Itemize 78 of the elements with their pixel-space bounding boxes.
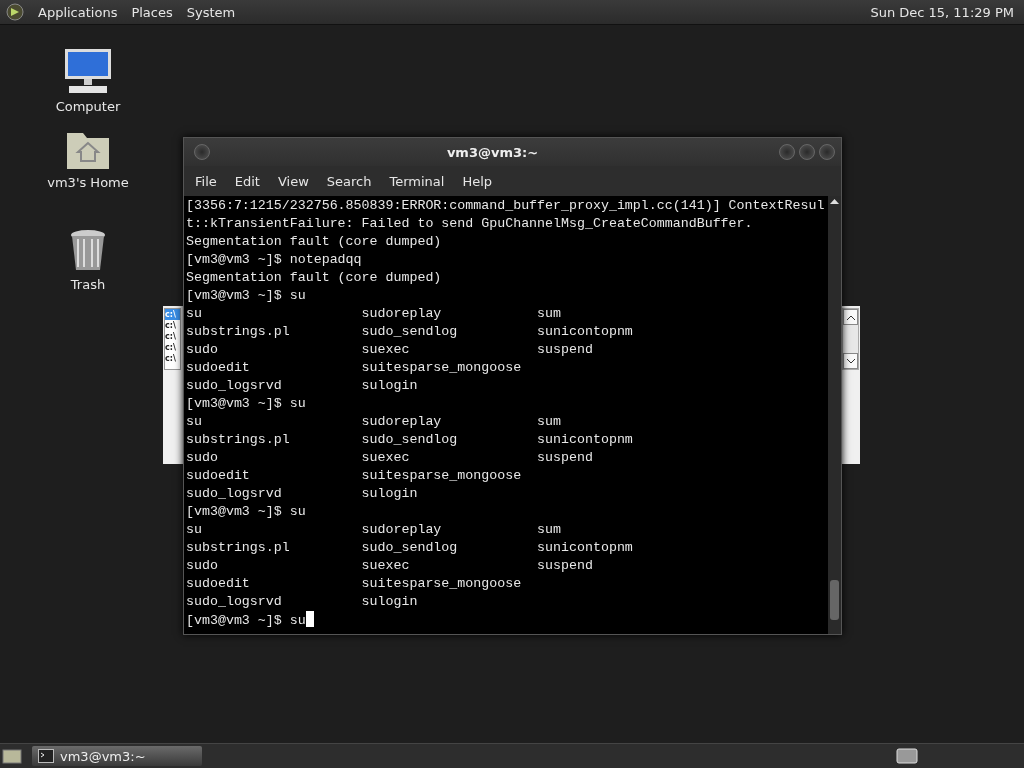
- desktop-icon-label[interactable]: vm3's Home: [47, 175, 129, 190]
- menu-item[interactable]: Help: [453, 173, 502, 189]
- terminal-line: Segmentation fault (core dumped): [186, 234, 442, 249]
- terminal-line: [vm3@vm3 ~]$ su: [186, 288, 306, 303]
- panel-menu[interactable]: Applications: [38, 4, 118, 20]
- taskbar-button[interactable]: vm3@vm3:~: [32, 746, 202, 766]
- completion-entry: suitesparse_mongoose: [361, 359, 523, 377]
- list-item[interactable]: c:\: [165, 353, 180, 364]
- terminal-line: [vm3@vm3 ~]$ su: [186, 504, 306, 519]
- list-item[interactable]: c:\: [165, 342, 180, 353]
- distro-logo-icon[interactable]: [6, 3, 24, 21]
- completion-entry: sudo_logsrvd: [186, 593, 283, 611]
- scroll-thumb[interactable]: [830, 580, 839, 620]
- completion-entry: sulogin: [361, 593, 419, 611]
- completion-entry: suspend: [537, 557, 594, 575]
- completion-entry: su: [186, 521, 203, 539]
- completion-entry: sudoedit: [186, 359, 251, 377]
- completion-entry: sum: [537, 521, 563, 539]
- menu-item[interactable]: File: [186, 173, 226, 189]
- terminal-line: [vm3@vm3 ~]$ su: [186, 613, 306, 628]
- completion-entry: suexec: [361, 449, 411, 467]
- menu-item[interactable]: View: [268, 173, 318, 189]
- completion-entry: suitesparse_mongoose: [361, 575, 523, 593]
- list-item[interactable]: c:\: [165, 320, 180, 331]
- desktop-icon-label[interactable]: Trash: [70, 277, 106, 292]
- clock[interactable]: Sun Dec 15, 11:29 PM: [870, 4, 1018, 20]
- list-item[interactable]: c:\: [165, 331, 180, 342]
- completion-entry: sulogin: [361, 377, 419, 395]
- completion-entry: sudoreplay: [361, 413, 443, 431]
- completion-entry: substrings.pl: [186, 539, 291, 557]
- completion-entry: sudoreplay: [361, 305, 443, 323]
- desktop-icon-label[interactable]: Computer: [55, 99, 121, 114]
- completion-entry: sudoreplay: [361, 521, 443, 539]
- menu-item[interactable]: Edit: [225, 173, 269, 189]
- completion-entry: suspend: [537, 341, 594, 359]
- scrollbar[interactable]: [842, 308, 859, 370]
- terminal-line: [vm3@vm3 ~]$ notepadqq: [186, 252, 362, 267]
- terminal-line: t::kTransientFailure: Failed to send GpuChannelMsg_CreateCommandBuffer.: [186, 216, 753, 231]
- panel-menu[interactable]: Places: [131, 4, 173, 20]
- completion-entry: sudoedit: [186, 575, 251, 593]
- menu-item[interactable]: Search: [317, 173, 381, 189]
- up-arrow-icon[interactable]: [830, 198, 839, 204]
- completion-entry: sulogin: [361, 485, 419, 503]
- completion-entry: sudo: [186, 341, 219, 359]
- scrollbar[interactable]: [828, 196, 841, 634]
- completion-entry: su: [186, 305, 203, 323]
- completion-entry: sunicontopnm: [537, 431, 634, 449]
- completion-entry: sunicontopnm: [537, 323, 634, 341]
- panel-menu[interactable]: System: [186, 4, 236, 20]
- window-title: vm3@vm3:~: [445, 144, 540, 160]
- completion-entry: sudoedit: [186, 467, 251, 485]
- terminal-line: Segmentation fault (core dumped): [186, 270, 442, 285]
- completion-entry: suspend: [537, 449, 594, 467]
- completion-entry: substrings.pl: [186, 323, 291, 341]
- completion-entry: sunicontopnm: [537, 539, 634, 557]
- completion-entry: sudo_sendlog: [361, 431, 459, 449]
- completion-entry: suexec: [361, 557, 411, 575]
- completion-entry: sudo_logsrvd: [186, 377, 283, 395]
- completion-entry: sudo_sendlog: [361, 539, 459, 557]
- terminal-icon: [38, 749, 54, 763]
- menu-item[interactable]: Terminal: [380, 173, 454, 189]
- workspace-icon[interactable]: [896, 748, 918, 764]
- completion-entry: sum: [537, 305, 563, 323]
- completion-entry: sudo_sendlog: [361, 323, 459, 341]
- terminal-line: [vm3@vm3 ~]$ su: [186, 396, 306, 411]
- show-desktop-icon[interactable]: [2, 747, 22, 765]
- completion-entry: sudo: [186, 557, 219, 575]
- completion-entry: sudo: [186, 449, 219, 467]
- completion-entry: suexec: [361, 341, 411, 359]
- terminal-line: [3356:7:1215/232756.850839:ERROR:command_buffer_proxy_impl.cc(141)] ContextResul: [186, 198, 825, 213]
- trash-icon: [69, 229, 107, 273]
- completion-entry: sudo_logsrvd: [186, 485, 283, 503]
- completion-entry: suitesparse_mongoose: [361, 467, 523, 485]
- completion-entry: su: [186, 413, 203, 431]
- completion-entry: substrings.pl: [186, 431, 291, 449]
- completion-entry: sum: [537, 413, 563, 431]
- text-cursor: [305, 611, 314, 627]
- computer-icon: [63, 47, 113, 95]
